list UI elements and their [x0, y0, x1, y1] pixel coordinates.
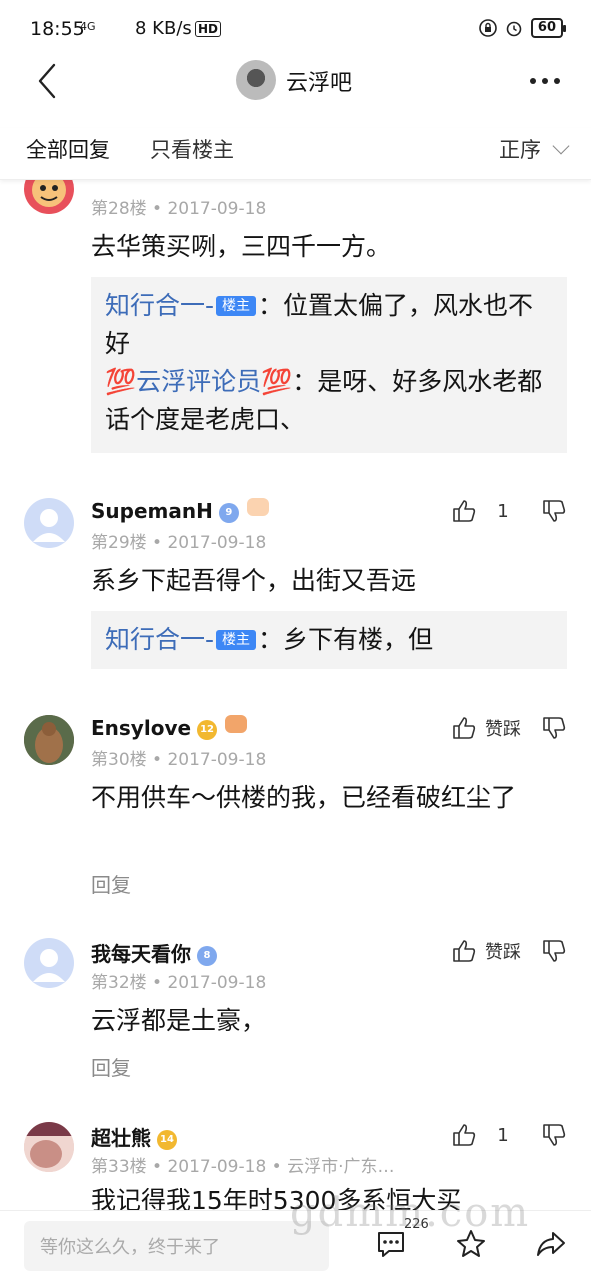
share-icon[interactable] [534, 1227, 568, 1261]
level-badge: 8 [197, 946, 217, 966]
thumbs-up-icon[interactable] [451, 715, 477, 741]
post-meta: 第28楼 • 2017-09-18 [91, 199, 267, 219]
reply-button[interactable]: 回复 [91, 869, 131, 898]
level-badge: 12 [197, 720, 218, 740]
like-count: 赞踩 [485, 942, 521, 963]
sub-reply: 💯云浮评论员💯：是呀、好多风水老都话个度是老虎口、 [105, 363, 553, 439]
thumbs-down-icon[interactable] [541, 1122, 567, 1148]
sub-reply: 知行合一- 楼主 ：乡下有楼，但 [105, 621, 553, 659]
like-count: 1 [497, 500, 509, 522]
username[interactable]: Ensylove 12 [91, 715, 248, 740]
network-speed: 8 KB/s [135, 18, 192, 39]
sub-reply-author[interactable]: 知行合一- [105, 625, 214, 654]
tab-host-only[interactable]: 只看楼主 [150, 134, 234, 164]
network-indicator: 4G [80, 20, 96, 33]
host-badge: 楼主 [216, 630, 257, 650]
forum-name[interactable]: 云浮吧 [286, 65, 352, 97]
vote-actions: 赞踩 [451, 938, 567, 964]
like-count: 赞踩 [485, 719, 521, 740]
level-badge: 9 [218, 503, 239, 523]
sub-reply-text: ：乡下有楼，但 [258, 625, 434, 654]
post-content: 云浮都是土豪， [91, 1006, 267, 1035]
alarm-icon [506, 21, 522, 37]
sub-replies[interactable]: 知行合一- 楼主 ：位置太偏了，风水也不好 💯云浮评论员💯：是呀、好多风水老都话个度… [91, 277, 567, 453]
sub-replies[interactable]: 知行合一- 楼主 ：乡下有楼，但 [91, 611, 567, 669]
reply-input[interactable]: 等你这么久，终于来了 [24, 1221, 329, 1271]
avatar[interactable] [24, 938, 74, 988]
status-right: 60 [479, 18, 567, 38]
post-meta: 第29楼 • 2017-09-18 [91, 533, 267, 553]
status-time: 18:55 [30, 18, 85, 40]
like-count: 1 [497, 1124, 509, 1146]
sort-dropdown[interactable]: 正序 [499, 134, 570, 164]
avatar[interactable] [24, 1122, 74, 1172]
avatar[interactable] [24, 498, 74, 548]
bottom-bar: 等你这么久，终于来了 226 [0, 1210, 591, 1280]
reply-button[interactable]: 回复 [91, 1052, 131, 1081]
post-meta: 第32楼 • 2017-09-18 [91, 973, 267, 993]
back-arrow-icon[interactable] [34, 62, 64, 100]
vote-actions: 赞踩 [451, 715, 567, 741]
tab-all-replies[interactable]: 全部回复 [26, 134, 110, 164]
title-bar: 云浮吧 [0, 58, 591, 104]
chevron-down-icon [552, 137, 570, 155]
thumbs-down-icon[interactable] [541, 715, 567, 741]
post-content: 系乡下起吾得个，出街又吾远 [91, 566, 417, 595]
username[interactable]: SupemanH 9 [91, 498, 269, 523]
sub-reply-author[interactable]: 知行合一- [105, 291, 214, 320]
sub-reply: 知行合一- 楼主 ：位置太偏了，风水也不好 [105, 287, 553, 363]
comment-icon[interactable] [374, 1227, 408, 1261]
username[interactable]: 我每天看你 8 [91, 938, 217, 967]
thumbs-up-icon[interactable] [451, 938, 477, 964]
sub-reply-author[interactable]: 💯云浮评论员💯 [105, 367, 292, 396]
post-content: 去华策买咧，三四千一方。 [91, 232, 392, 261]
vote-actions: 1 [451, 498, 567, 524]
forum-avatar[interactable] [236, 60, 276, 100]
post-meta: 第30楼 • 2017-09-18 [91, 750, 267, 770]
post-content: 不用供车～供楼的我，已经看破红尘了 [91, 783, 517, 812]
thumbs-up-icon[interactable] [451, 1122, 477, 1148]
username[interactable]: 超壮熊 14 [91, 1122, 177, 1151]
battery-indicator: 60 [530, 18, 567, 38]
thumbs-down-icon[interactable] [541, 938, 567, 964]
sort-label: 正序 [499, 138, 541, 162]
avatar[interactable] [24, 715, 74, 765]
status-bar: 18:55 4G 8 KB/s HD 60 [0, 0, 591, 58]
thumbs-down-icon[interactable] [541, 498, 567, 524]
lock-icon [479, 19, 497, 37]
post-meta: 第33楼 • 2017-09-18 • 云浮市·广东… [91, 1157, 395, 1177]
level-badge: 14 [157, 1130, 177, 1150]
achievement-badge [246, 498, 269, 516]
reply-tabs: 全部回复 只看楼主 正序 [0, 128, 591, 180]
more-menu-icon[interactable] [530, 78, 560, 84]
thumbs-up-icon[interactable] [451, 498, 477, 524]
comment-count: 226 [404, 1217, 429, 1232]
avatar[interactable] [24, 180, 74, 214]
host-badge: 楼主 [216, 296, 257, 316]
star-icon[interactable] [454, 1227, 488, 1261]
achievement-badge [225, 715, 248, 733]
post-content: 我记得我15年时5300多系恒大买 [91, 1186, 462, 1210]
hd-indicator: HD [195, 21, 222, 37]
vote-actions: 1 [451, 1122, 567, 1148]
reply-feed[interactable]: 第28楼 • 2017-09-18 去华策买咧，三四千一方。 知行合一- 楼主 ：位… [0, 180, 591, 1210]
